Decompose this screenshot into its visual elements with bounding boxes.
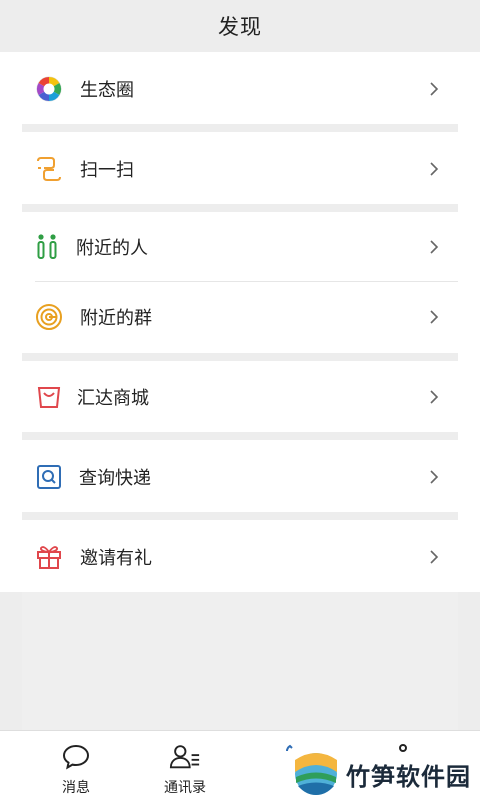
tab-label: 消息	[62, 779, 90, 795]
chat-bubble-icon	[60, 741, 92, 773]
gift-icon	[35, 543, 63, 571]
section-divider	[22, 353, 458, 361]
menu-item-scan[interactable]: 扫一扫	[0, 134, 480, 204]
menu-item-mall[interactable]: 汇达商城	[0, 362, 480, 432]
empty-area	[0, 592, 480, 730]
watermark-text: 竹笋软件园	[346, 763, 471, 791]
section-divider	[22, 204, 458, 212]
people-nearby-icon	[33, 233, 61, 261]
section-divider	[22, 512, 458, 520]
ecosystem-aperture-icon	[35, 75, 63, 103]
menu-item-ecosystem[interactable]: 生态圈	[0, 54, 480, 124]
search-express-icon	[35, 463, 63, 491]
menu-item-people-nearby[interactable]: 附近的人	[0, 212, 480, 282]
page-title: 发现	[218, 16, 262, 39]
menu-item-express-query[interactable]: 查询快递	[0, 442, 480, 512]
chevron-right-icon	[430, 240, 439, 254]
empty-panel	[22, 592, 458, 730]
menu-item-label: 扫一扫	[80, 160, 134, 180]
chevron-right-icon	[430, 470, 439, 484]
menu-item-label: 附近的群	[80, 308, 152, 328]
tab-label: 通讯录	[164, 779, 206, 795]
watermark-logo	[295, 753, 337, 795]
chevron-right-icon	[430, 82, 439, 96]
contacts-icon	[169, 741, 201, 773]
section-divider	[22, 124, 458, 132]
shopping-bag-icon	[35, 383, 63, 411]
menu-item-groups-nearby[interactable]: 附近的群	[0, 282, 480, 352]
menu-item-invite[interactable]: 邀请有礼	[0, 522, 480, 592]
discover-menu: 生态圈 扫一扫 附近的人 附近的群 汇达商城 查询快递 邀请有礼	[0, 52, 480, 592]
menu-item-label: 生态圈	[80, 80, 134, 100]
tab-contacts[interactable]: 通讯录	[137, 731, 233, 800]
tab-messages[interactable]: 消息	[28, 731, 124, 800]
chevron-right-icon	[430, 550, 439, 564]
menu-item-label: 汇达商城	[77, 388, 149, 408]
scan-icon	[35, 155, 63, 183]
chevron-right-icon	[430, 162, 439, 176]
menu-item-label: 附近的人	[76, 238, 148, 258]
section-divider	[22, 432, 458, 440]
title-bar: 发现	[0, 0, 480, 52]
chevron-right-icon	[430, 310, 439, 324]
watermark: 竹笋软件园	[292, 748, 471, 800]
menu-item-label: 邀请有礼	[80, 548, 152, 568]
groups-nearby-icon	[35, 303, 63, 331]
chevron-right-icon	[430, 390, 439, 404]
menu-item-label: 查询快递	[79, 468, 151, 488]
